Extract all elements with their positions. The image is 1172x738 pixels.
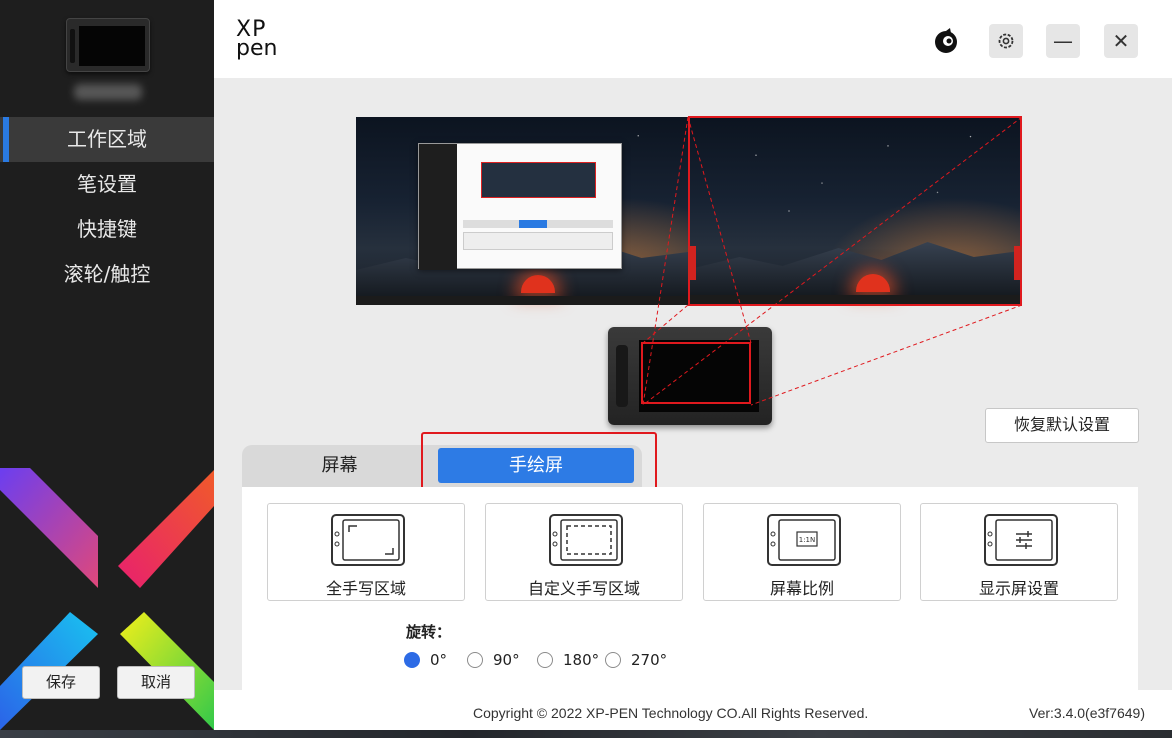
display-settings-label: 显示屏设置 (978, 579, 1059, 598)
full-area-label: 全手写区域 (325, 579, 406, 598)
custom-area-card[interactable]: 自定义手写区域 (485, 503, 683, 601)
sidebar-nav: 工作区域 笔设置 快捷键 滚轮/触控 (0, 117, 214, 297)
screen-ratio-icon: 1:1N (767, 514, 841, 566)
rotation-option-label: 90° (493, 651, 520, 669)
device-thumbnail[interactable] (66, 18, 150, 72)
display-settings-card[interactable]: 显示屏设置 (920, 503, 1118, 601)
restore-defaults-button[interactable]: 恢复默认设置 (985, 408, 1139, 443)
sidebar-item-work-area[interactable]: 工作区域 (0, 117, 214, 162)
close-icon[interactable]: ✕ (1104, 24, 1138, 58)
rotation-option-label: 0° (430, 651, 448, 669)
rotation-radio-270[interactable]: 270° (605, 649, 667, 671)
sidebar: 工作区域 笔设置 快捷键 滚轮/触控 保存 取消 (0, 0, 214, 730)
version-text: Ver:3.4.0(e3f7649) (1029, 705, 1145, 721)
rotation-radio-180[interactable]: 180° (537, 649, 599, 671)
copyright-text: Copyright © 2022 XP-PEN Technology CO.Al… (473, 705, 869, 721)
cancel-button[interactable]: 取消 (117, 666, 195, 699)
ratio-badge-text: 1:1N (799, 536, 816, 544)
sidebar-item-wheel-touch[interactable]: 滚轮/触控 (0, 252, 214, 297)
xp-pen-logo: XP pen (236, 19, 286, 62)
radio-dot (605, 652, 621, 668)
display-settings-icon (984, 514, 1058, 566)
tab-bar: 屏幕 手绘屏 (242, 445, 1138, 487)
rotation-radio-0[interactable]: 0° (404, 649, 447, 671)
rotation-option-label: 270° (631, 651, 668, 669)
area-settings-panel: 全手写区域 自定义手写区域 1:1N 屏幕比例 显示屏设置 旋转： 0° 90°… (242, 487, 1138, 690)
bird-icon[interactable] (929, 24, 963, 58)
rotation-label: 旋转： (406, 623, 452, 641)
close-glyph: ✕ (1112, 29, 1130, 53)
minimize-icon[interactable]: — (1046, 24, 1080, 58)
full-area-card[interactable]: 全手写区域 (267, 503, 465, 601)
custom-area-label: 自定义手写区域 (527, 579, 640, 598)
footer: Copyright © 2022 XP-PEN Technology CO.Al… (214, 690, 1172, 730)
gear-icon[interactable] (989, 24, 1023, 58)
custom-area-icon (549, 514, 623, 566)
title-bar: XP pen — ✕ (214, 0, 1172, 78)
device-name (74, 84, 142, 100)
brand-line-2: pen (236, 36, 278, 61)
full-area-icon (331, 514, 405, 566)
mapping-lines (642, 116, 1022, 406)
device-shortcut-strip (70, 29, 75, 63)
tab-screen[interactable]: 屏幕 (242, 445, 437, 487)
save-button[interactable]: 保存 (22, 666, 100, 699)
rotation-radio-90[interactable]: 90° (467, 649, 520, 671)
screen-ratio-card[interactable]: 1:1N 屏幕比例 (703, 503, 901, 601)
radio-dot (467, 652, 483, 668)
sidebar-item-pen-settings[interactable]: 笔设置 (0, 162, 214, 207)
main-panel: XP pen — ✕ 恢复默认设置 屏幕 手绘屏 全手写区域 自定义手写区域 1… (214, 0, 1172, 730)
radio-dot (404, 652, 420, 668)
app-window: 工作区域 笔设置 快捷键 滚轮/触控 保存 取消 XP pen — ✕ 恢复默认… (0, 0, 1172, 730)
minimize-glyph: — (1053, 29, 1073, 53)
tab-tablet[interactable]: 手绘屏 (438, 448, 634, 483)
screen-ratio-label: 屏幕比例 (769, 579, 834, 598)
device-screen (79, 26, 145, 66)
rotation-option-label: 180° (563, 651, 600, 669)
radio-dot (537, 652, 553, 668)
mapping-preview (356, 115, 1022, 427)
sidebar-item-shortcuts[interactable]: 快捷键 (0, 207, 214, 252)
